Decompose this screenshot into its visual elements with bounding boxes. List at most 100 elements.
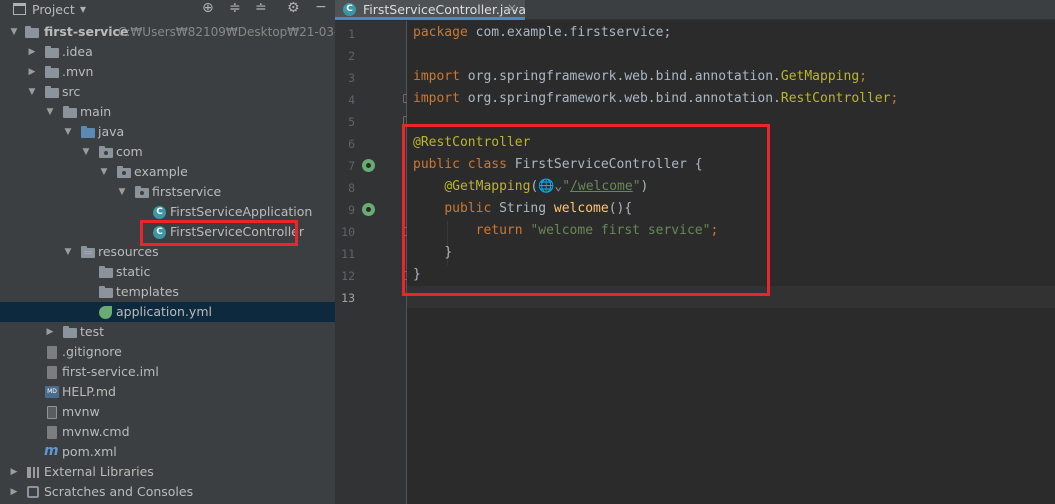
folder-icon xyxy=(45,66,59,78)
code-line-3: import org.springframework.web.bind.anno… xyxy=(413,66,867,88)
chevron-down-icon[interactable]: ▼ xyxy=(81,142,91,162)
chevron-right-icon[interactable]: ▶ xyxy=(9,462,19,482)
tree-item-label: application.yml xyxy=(116,304,212,319)
tree-item-mvnw-cmd[interactable]: mvnw.cmd xyxy=(0,422,335,442)
tree-item-first-service-application[interactable]: C FirstServiceApplication xyxy=(0,202,335,222)
tree-item-scratches[interactable]: ▶ Scratches and Consoles xyxy=(0,482,335,502)
tree-item-label: java xyxy=(98,124,125,139)
spring-bean-icon[interactable] xyxy=(362,159,375,172)
keyword: import xyxy=(413,91,460,106)
keyword: import xyxy=(413,69,460,84)
semicolon: ; xyxy=(890,91,899,106)
import-class: RestController xyxy=(780,91,891,106)
line-number: 3 xyxy=(348,71,355,85)
package-icon xyxy=(117,166,131,178)
chevron-right-icon[interactable]: ▶ xyxy=(27,62,37,82)
collapse-all-icon[interactable]: ≐ xyxy=(255,1,267,15)
chevron-down-icon[interactable]: ▼ xyxy=(9,22,19,42)
tree-item-label: pom.xml xyxy=(62,444,117,459)
spring-yml-icon xyxy=(99,306,112,319)
editor-gutter: 1 2 3 4 5 6 7 8 9 10 11 12 13 xyxy=(335,21,411,504)
chevron-right-icon[interactable]: ▶ xyxy=(9,482,19,502)
chevron-right-icon[interactable]: ▶ xyxy=(45,322,55,342)
tree-item-label: src xyxy=(62,84,81,99)
package-name: com.example.firstservice; xyxy=(467,25,672,40)
code-line-4: import org.springframework.web.bind.anno… xyxy=(413,88,898,110)
shell-file-icon xyxy=(47,406,57,419)
resources-folder-icon xyxy=(81,246,95,258)
chevron-down-icon[interactable]: ▼ xyxy=(63,242,73,262)
tree-item-label: mvnw.cmd xyxy=(62,424,130,439)
tree-item-main[interactable]: ▼ main xyxy=(0,102,335,122)
tree-item-label: .mvn xyxy=(62,64,94,79)
tree-item-gitignore[interactable]: .gitignore xyxy=(0,342,335,362)
hide-icon[interactable]: − xyxy=(315,0,327,14)
tree-item-help-md[interactable]: MD HELP.md xyxy=(0,382,335,402)
tree-item-com[interactable]: ▼ com xyxy=(0,142,335,162)
tab-first-service-controller[interactable]: C FirstServiceController.java × xyxy=(335,0,527,20)
tree-item-mvnw[interactable]: mvnw xyxy=(0,402,335,422)
line-number: 11 xyxy=(341,247,355,261)
folder-icon xyxy=(63,326,77,338)
tree-item-label: HELP.md xyxy=(62,384,116,399)
dropdown-arrow-icon[interactable]: ▾ xyxy=(80,2,86,16)
folder-icon xyxy=(99,266,113,278)
tree-item-mvn[interactable]: ▶ .mvn xyxy=(0,62,335,82)
project-panel-title[interactable]: Project xyxy=(32,2,75,17)
chevron-down-icon[interactable]: ▼ xyxy=(45,102,55,122)
chevron-right-icon[interactable]: ▶ xyxy=(27,42,37,62)
tree-item-example[interactable]: ▼ example xyxy=(0,162,335,182)
line-number: 8 xyxy=(348,181,355,195)
tree-item-label: static xyxy=(116,264,151,279)
project-panel-header: Project ▾ ⊕ ≑ ≐ ⚙ − xyxy=(0,0,335,20)
line-number: 12 xyxy=(341,269,355,283)
close-icon[interactable]: × xyxy=(507,1,517,15)
tree-item-templates[interactable]: templates xyxy=(0,282,335,302)
line-number: 6 xyxy=(348,137,355,151)
tree-item-label: templates xyxy=(116,284,179,299)
tree-item-label: first-service.iml xyxy=(62,364,159,379)
maven-file-icon: m xyxy=(44,443,59,459)
tree-item-application-yml[interactable]: application.yml xyxy=(0,302,335,322)
tree-item-src[interactable]: ▼ src xyxy=(0,82,335,102)
markdown-file-icon: MD xyxy=(45,386,59,398)
tree-item-label: com xyxy=(116,144,143,159)
line-number: 5 xyxy=(348,115,355,129)
tree-item-java[interactable]: ▼ java xyxy=(0,122,335,142)
tree-item-label: first-service xyxy=(44,24,129,39)
spring-web-endpoint-icon[interactable] xyxy=(362,203,375,216)
import-path: org.springframework.web.bind.annotation. xyxy=(459,69,781,84)
tree-item-test[interactable]: ▶ test xyxy=(0,322,335,342)
target-icon[interactable]: ⊕ xyxy=(202,1,214,15)
module-folder-icon xyxy=(25,26,39,38)
tree-item-pom-xml[interactable]: m pom.xml xyxy=(0,442,335,462)
expand-all-icon[interactable]: ≑ xyxy=(229,1,241,15)
import-path: org.springframework.web.bind.annotation. xyxy=(459,91,781,106)
gear-icon[interactable]: ⚙ xyxy=(287,1,300,15)
tree-item-label: External Libraries xyxy=(44,464,154,479)
chevron-down-icon[interactable]: ▼ xyxy=(99,162,109,182)
highlight-box-code xyxy=(402,124,770,296)
project-tool-window: Project ▾ ⊕ ≑ ≐ ⚙ − ▼ first-service C:₩U… xyxy=(0,0,366,504)
libraries-icon xyxy=(27,467,39,478)
tab-label: FirstServiceController.java xyxy=(363,2,527,17)
folder-icon xyxy=(99,286,113,298)
keyword: package xyxy=(413,25,468,40)
tree-item-static[interactable]: static xyxy=(0,262,335,282)
chevron-down-icon[interactable]: ▼ xyxy=(27,82,37,102)
line-number: 1 xyxy=(348,27,355,41)
folder-icon xyxy=(45,86,59,98)
tree-item-iml[interactable]: first-service.iml xyxy=(0,362,335,382)
chevron-down-icon[interactable]: ▼ xyxy=(117,182,127,202)
tree-item-first-service[interactable]: ▼ first-service C:₩Users₩82109₩Desktop₩2… xyxy=(0,22,366,42)
tree-item-firstservice[interactable]: ▼ firstservice xyxy=(0,182,335,202)
cmd-file-icon xyxy=(47,426,57,439)
tree-item-external-libraries[interactable]: ▶ External Libraries xyxy=(0,462,335,482)
chevron-down-icon[interactable]: ▼ xyxy=(63,122,73,142)
code-line-1: package com.example.firstservice; xyxy=(413,22,671,44)
tree-item-label: test xyxy=(80,324,105,339)
tree-item-idea[interactable]: ▶ .idea xyxy=(0,42,335,62)
code-editor[interactable]: package com.example.firstservice; import… xyxy=(402,21,1055,504)
project-view-icon[interactable] xyxy=(13,3,26,15)
package-icon xyxy=(99,146,113,158)
